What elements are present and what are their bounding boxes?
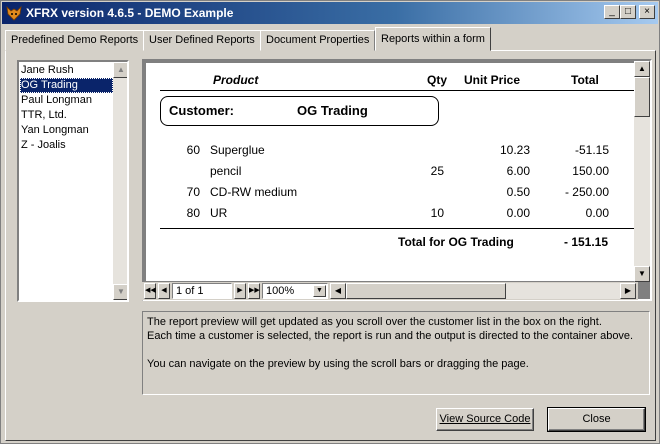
list-item[interactable]: TTR, Ltd. [20,108,113,123]
window-title: XFRX version 4.6.5 - DEMO Example [26,6,234,20]
row-product: Superglue [210,143,265,157]
list-item[interactable]: Paul Longman [20,93,113,108]
header-qty: Qty [427,73,448,87]
tab-predefined-demo-reports[interactable]: Predefined Demo Reports [5,30,145,51]
row-total: 0.00 [585,206,609,220]
fox-app-icon [6,5,22,21]
row-qty: 10 [430,206,444,220]
list-item[interactable]: Z - Joalis [20,138,113,153]
row-unit-price: 6.00 [506,164,530,178]
tab-document-properties[interactable]: Document Properties [260,30,376,51]
chevron-down-icon[interactable]: ▼ [313,285,326,297]
scroll-left-arrow-icon[interactable]: ◀ [330,283,346,299]
scroll-up-arrow-icon[interactable]: ▲ [113,62,127,78]
minimize-button[interactable]: _ [604,5,620,19]
customer-box: Customer: OG Trading [160,96,439,126]
list-item[interactable]: Yan Longman [20,123,113,138]
scroll-down-arrow-icon[interactable]: ▼ [634,266,650,282]
row-unit-price: 0.50 [506,185,530,199]
last-page-icon[interactable]: ▶▶ [248,283,260,299]
row-qty: 25 [430,164,444,178]
preview-toolbar: ◀◀ ◀ 1 of 1 ▶ ▶▶ 100% ▼ ◀ ▶ [142,282,638,300]
customer-list[interactable]: Jane Rush OG Trading Paul Longman TTR, L… [17,60,129,302]
preview-vscrollbar[interactable]: ▲ ▼ [634,61,650,282]
header-product: Product [213,73,259,87]
page-indicator[interactable]: 1 of 1 [172,283,232,299]
row-unit-price: 10.23 [499,143,530,157]
list-item[interactable]: Jane Rush [20,63,113,78]
scroll-down-arrow-icon[interactable]: ▼ [113,284,127,300]
zoom-select[interactable]: 100% ▼ [262,283,328,299]
total-value: - 151.15 [564,235,609,249]
row-total: -51.15 [574,143,609,157]
description-line [147,343,645,357]
prev-page-icon[interactable]: ◀ [158,283,170,299]
total-label: Total for OG Trading [398,235,514,249]
tab-reports-within-form[interactable]: Reports within a form [375,27,491,51]
row-product: CD-RW medium [210,185,298,199]
row-code: 60 [186,143,200,157]
list-scrollbar[interactable]: ▲ ▼ [113,62,127,300]
tab-user-defined-reports[interactable]: User Defined Reports [143,30,261,51]
scroll-thumb[interactable] [634,77,650,117]
title-bar[interactable]: XFRX version 4.6.5 - DEMO Example _ □ × [2,2,658,24]
description-box: The report preview will get updated as y… [142,311,650,395]
close-window-button[interactable]: × [639,5,655,19]
close-button[interactable]: Close [547,407,646,432]
list-item-selected[interactable]: OG Trading [20,78,113,93]
total-divider [160,228,642,229]
scroll-up-arrow-icon[interactable]: ▲ [634,61,650,77]
report-preview[interactable]: Product Qty Unit Price Total Customer: O… [142,59,652,301]
row-unit-price: 0.00 [506,206,530,220]
view-source-code-button[interactable]: View Source Code [436,408,534,431]
header-unit-price: Unit Price [464,73,521,87]
zoom-value: 100% [266,285,295,297]
app-window: XFRX version 4.6.5 - DEMO Example _ □ × … [0,0,660,444]
row-total: 150.00 [572,164,609,178]
maximize-button[interactable]: □ [620,5,636,19]
view-source-code-label: View Source Code [439,413,531,425]
row-total: - 250.00 [564,185,609,199]
row-code: 80 [186,206,200,220]
customer-label: Customer: [169,103,235,118]
description-line: Each time a customer is selected, the re… [147,330,634,342]
next-page-icon[interactable]: ▶ [234,283,246,299]
report-page[interactable]: Product Qty Unit Price Total Customer: O… [146,63,642,281]
description-line: The report preview will get updated as y… [147,316,602,328]
first-page-icon[interactable]: ◀◀ [144,283,156,299]
row-product: UR [210,206,228,220]
customer-name: OG Trading [297,103,368,118]
preview-hscrollbar[interactable]: ◀ ▶ [330,283,636,299]
row-product: pencil [210,164,242,178]
header-divider [160,90,642,91]
row-code: 70 [186,185,200,199]
scroll-right-arrow-icon[interactable]: ▶ [620,283,636,299]
scroll-thumb[interactable] [346,283,506,299]
header-total: Total [571,73,599,87]
description-line: You can navigate on the preview by using… [147,358,529,370]
